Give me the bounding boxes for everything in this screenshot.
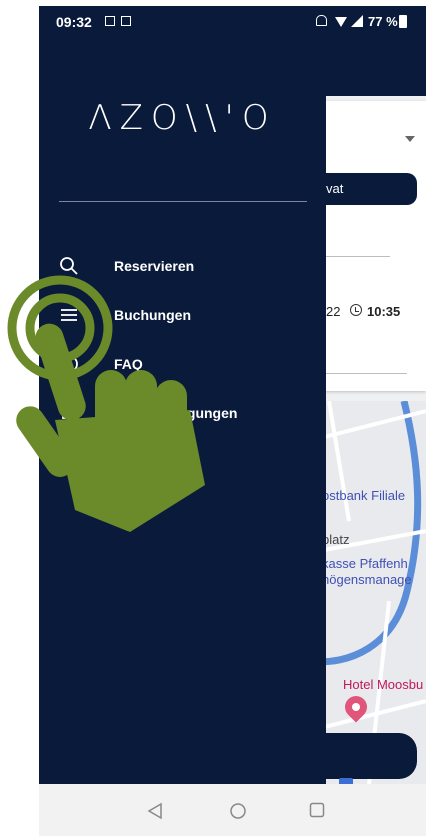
type-pill[interactable]: vat (322, 173, 417, 205)
divider (322, 256, 390, 257)
status-time: 09:32 (56, 14, 92, 30)
wifi-icon (335, 17, 347, 27)
map-label: ostbank Filiale (322, 488, 406, 503)
divider (322, 373, 407, 374)
notification-icon (121, 16, 131, 26)
drawer-divider (59, 201, 307, 202)
battery-percent: 77 % (368, 14, 398, 29)
app-logo: ΛΖO\\'O (88, 98, 277, 138)
tap-gesture-hand-icon (7, 275, 205, 532)
system-nav-bar (39, 784, 426, 836)
status-bar: 09:32 77 % (39, 6, 426, 36)
home-icon[interactable] (229, 802, 247, 820)
map-label: kasse Pfaffenh (322, 556, 408, 571)
map-label: platz (322, 532, 350, 547)
chevron-down-icon[interactable] (405, 136, 415, 142)
map-label: högensmanage (322, 572, 412, 587)
map-streets (309, 401, 426, 784)
signal-icon (351, 15, 363, 27)
back-icon[interactable] (147, 802, 163, 820)
booking-card (309, 101, 426, 391)
date-text: 22 (326, 304, 341, 319)
bell-off-icon (316, 15, 327, 26)
recents-icon[interactable] (309, 802, 325, 818)
clock-icon (350, 304, 362, 316)
map-view[interactable] (309, 401, 426, 784)
action-button[interactable] (322, 733, 417, 779)
image-icon (105, 16, 115, 26)
battery-icon (399, 15, 407, 28)
time-text: 10:35 (367, 304, 401, 319)
map-label: Hotel Moosbu (343, 677, 424, 692)
